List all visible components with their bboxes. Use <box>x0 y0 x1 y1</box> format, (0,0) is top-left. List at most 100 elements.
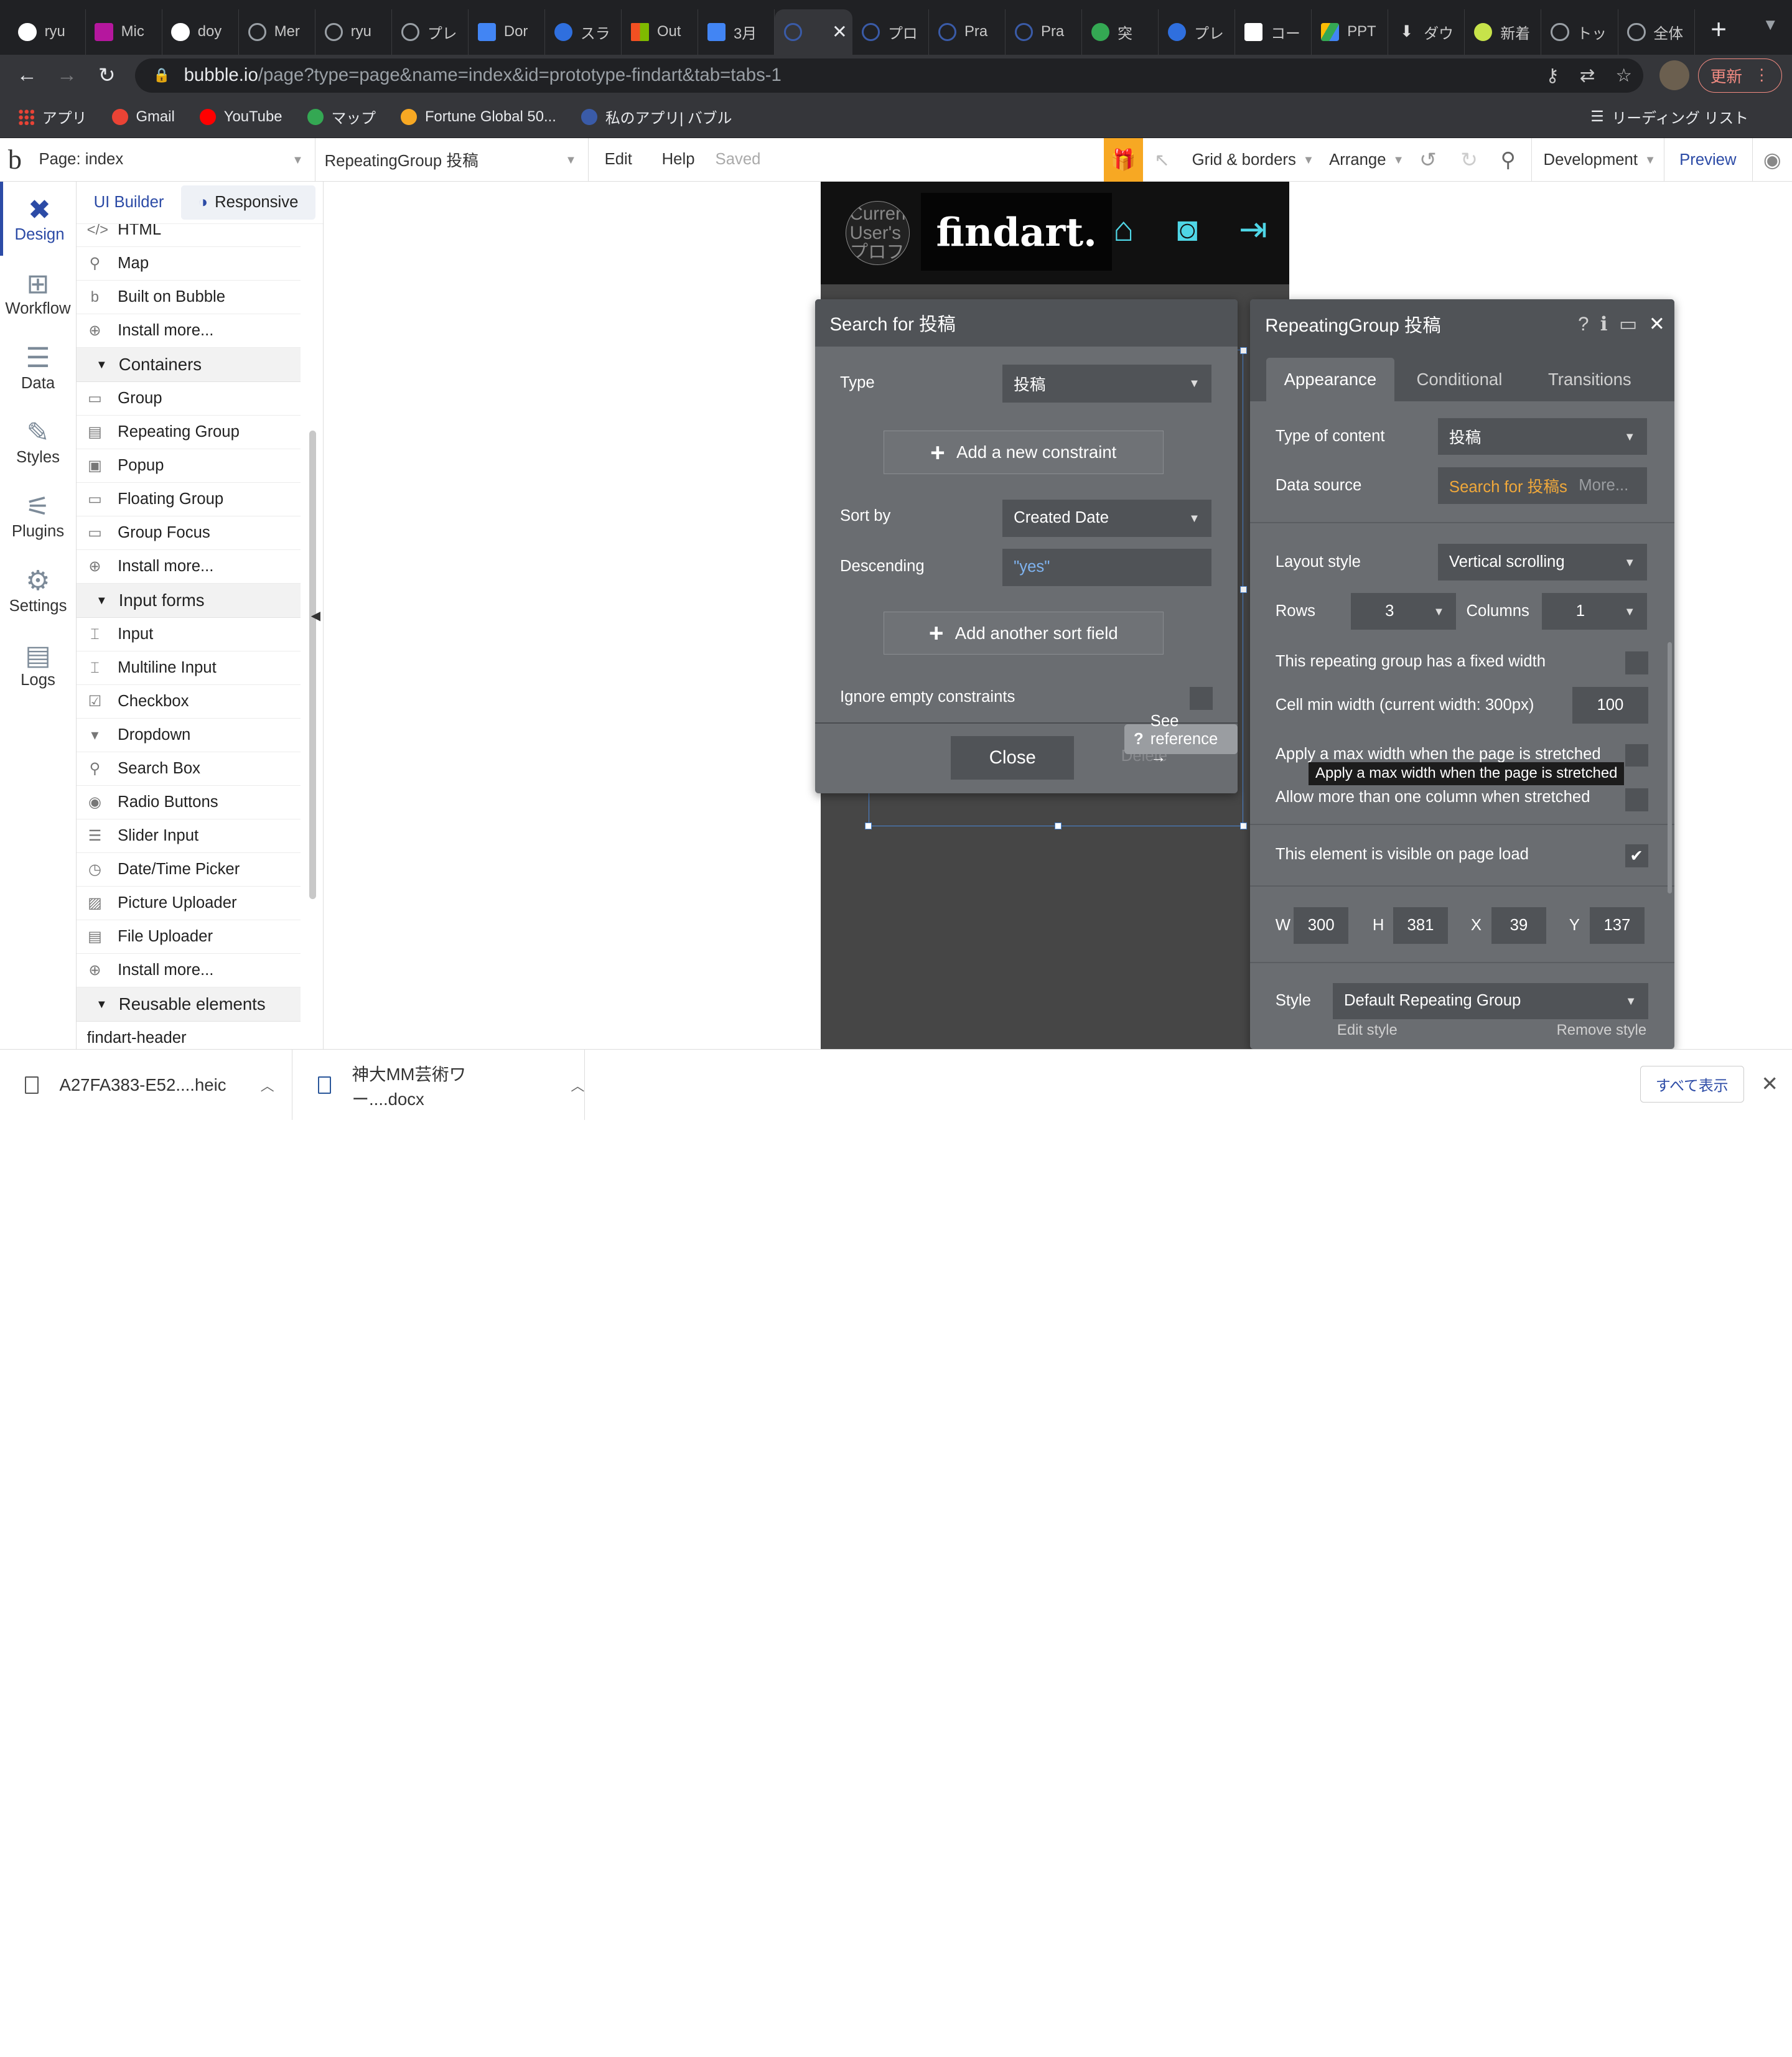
chevron-up-icon[interactable]: ︿ <box>261 1075 274 1095</box>
bookmark-item[interactable]: YouTube <box>200 108 282 126</box>
height-input[interactable]: 381 <box>1393 907 1449 945</box>
rail-item-styles[interactable]: ✎ Styles <box>0 404 76 478</box>
max-width-checkbox[interactable] <box>1625 744 1648 767</box>
home-icon[interactable]: ⌂ <box>1113 209 1134 249</box>
close-button[interactable]: Close <box>951 735 1075 780</box>
browser-tab[interactable]: ryu <box>9 9 86 55</box>
palette-item[interactable]: ▤ Repeating Group <box>77 416 301 450</box>
palette-item[interactable]: ⚲ Search Box <box>77 752 301 786</box>
download-item[interactable]: 神大MM芸術ワー....docx ︿ <box>292 1050 586 1120</box>
pointer-icon[interactable]: ↖ <box>1154 138 1170 182</box>
download-item[interactable]: A27FA383-E52....heic ︿ <box>0 1050 293 1120</box>
browser-tab[interactable]: Mic <box>86 9 162 55</box>
columns-dropdown[interactable]: 1 ▼ <box>1541 593 1647 630</box>
browser-tab[interactable]: プロ <box>852 9 930 55</box>
palette-item[interactable]: ⚲ Map <box>77 247 301 281</box>
element-select[interactable]: RepeatingGroup 投稿 ▼ <box>315 138 589 182</box>
palette-item[interactable]: ◉ Radio Buttons <box>77 786 301 820</box>
tab-conditional[interactable]: Conditional <box>1399 358 1520 401</box>
undo-icon[interactable]: ↺ <box>1419 138 1437 182</box>
descending-field[interactable]: "yes" <box>1002 548 1211 587</box>
rail-item-data[interactable]: ☰ Data <box>0 330 76 404</box>
update-button[interactable]: 更新 ⋮ <box>1698 58 1782 93</box>
forward-icon[interactable]: → <box>47 63 86 87</box>
browser-tab[interactable]: PPT <box>1312 9 1389 55</box>
redo-icon[interactable]: ↻ <box>1460 138 1478 182</box>
palette-item[interactable]: ◷ Date/Time Picker <box>77 853 301 887</box>
width-input[interactable]: 300 <box>1294 907 1349 945</box>
tab-search-icon[interactable]: ▼ <box>1762 16 1778 34</box>
palette-item[interactable]: ▾ Dropdown <box>77 719 301 753</box>
close-tab-icon[interactable]: ✕ <box>832 21 847 43</box>
rail-item-logs[interactable]: ▤ Logs <box>0 627 76 701</box>
camera-icon[interactable]: ◙ <box>1177 209 1198 249</box>
browser-tab[interactable]: doy <box>162 9 239 55</box>
rail-item-workflow[interactable]: ⊞ Workflow <box>0 256 76 330</box>
palette-item[interactable]: ▭ Group Focus <box>77 516 301 551</box>
chevron-up-icon[interactable]: ︿ <box>571 1075 584 1095</box>
multi-column-checkbox[interactable] <box>1625 788 1648 812</box>
grid-borders-menu[interactable]: Grid & borders ▼ <box>1192 138 1314 182</box>
arrange-menu[interactable]: Arrange ▼ <box>1329 138 1404 182</box>
palette-item[interactable]: ⊕ Install more... <box>77 954 301 988</box>
type-dropdown[interactable]: 投稿 ▼ <box>1002 364 1211 403</box>
add-sort-field-button[interactable]: + Add another sort field <box>883 611 1164 655</box>
rows-dropdown[interactable]: 3 ▼ <box>1350 593 1456 630</box>
palette-item[interactable]: ▭ Group <box>77 382 301 416</box>
bookmark-item[interactable]: アプリ <box>18 106 87 128</box>
ignore-empty-checkbox[interactable] <box>1190 686 1213 710</box>
bookmark-item[interactable]: マップ <box>307 106 376 128</box>
tab-ui-builder[interactable]: UI Builder <box>77 194 181 212</box>
palette-section-header[interactable]: ▼ Input forms <box>77 584 301 618</box>
close-icon[interactable]: ✕ <box>1761 1071 1778 1096</box>
findart-logo[interactable]: findart. <box>921 193 1113 271</box>
rail-item-plugins[interactable]: ⚟ Plugins <box>0 479 76 553</box>
browser-tab[interactable]: Out <box>622 9 699 55</box>
search-icon[interactable]: ⚲ <box>1501 138 1516 182</box>
tab-appearance[interactable]: Appearance <box>1266 357 1394 401</box>
browser-tab[interactable]: Dor <box>469 9 546 55</box>
browser-tab[interactable]: Pra <box>929 9 1006 55</box>
back-icon[interactable]: ← <box>7 63 47 87</box>
bubble-logo-icon[interactable]: b <box>0 144 30 175</box>
collapse-panel-icon[interactable]: ◀ <box>311 608 321 623</box>
browser-tab[interactable]: 新着 <box>1465 9 1542 55</box>
bookmark-star-icon[interactable]: ☆ <box>1615 65 1631 86</box>
browser-tab[interactable]: 全体 <box>1618 9 1695 55</box>
browser-tab[interactable]: ✕ <box>775 9 853 55</box>
comment-icon[interactable]: ▭ <box>1619 313 1638 335</box>
translate-icon[interactable]: ⇄ <box>1580 65 1595 86</box>
palette-item[interactable]: ▭ Floating Group <box>77 483 301 517</box>
resize-handle[interactable] <box>1239 823 1247 830</box>
resize-handle[interactable] <box>1239 347 1247 355</box>
y-input[interactable]: 137 <box>1589 907 1645 945</box>
browser-tab[interactable]: 突​ <box>1082 9 1159 55</box>
rail-item-settings[interactable]: ⚙ Settings <box>0 553 76 627</box>
edit-menu[interactable]: Edit <box>605 151 632 169</box>
help-menu[interactable]: Help <box>662 151 695 169</box>
palette-item[interactable]: ☰ Slider Input <box>77 819 301 854</box>
browser-tab[interactable]: コー <box>1235 9 1312 55</box>
browser-tab[interactable]: プレ <box>392 9 469 55</box>
fixed-width-checkbox[interactable] <box>1625 651 1648 674</box>
tab-responsive[interactable]: ◑ Responsive <box>181 185 315 220</box>
new-tab-icon[interactable]: + <box>1695 14 1743 55</box>
palette-section-header[interactable]: ▼ Containers <box>77 348 301 383</box>
type-of-content-dropdown[interactable]: 投稿 ▼ <box>1437 418 1647 455</box>
address-bar[interactable]: 🔒 bubble.io/page?type=page&name=index&id… <box>134 58 1644 93</box>
palette-item[interactable]: ⊕ Install more... <box>77 314 301 348</box>
palette-item[interactable]: b Built on Bubble <box>77 281 301 315</box>
sign-in-icon[interactable]: ⇥ <box>1239 209 1267 249</box>
edit-style-link[interactable]: Edit style <box>1337 1022 1398 1039</box>
layout-style-dropdown[interactable]: Vertical scrolling ▼ <box>1437 544 1647 581</box>
info-icon[interactable]: ℹ <box>1600 313 1608 335</box>
browser-tab[interactable]: スラ <box>545 9 622 55</box>
environment-select[interactable]: Development ▼ <box>1531 138 1663 182</box>
browser-tab[interactable]: ⬇ ダウ <box>1388 9 1465 55</box>
resize-handle[interactable] <box>1055 823 1062 830</box>
palette-item[interactable]: ☑ Checkbox <box>77 685 301 719</box>
palette-section-header[interactable]: ▼ Reusable elements <box>77 987 301 1022</box>
data-source-field[interactable]: Search for 投稿s More... <box>1437 467 1647 504</box>
gift-icon[interactable]: 🎁 <box>1104 138 1143 182</box>
browser-tab[interactable]: ryu <box>315 9 392 55</box>
